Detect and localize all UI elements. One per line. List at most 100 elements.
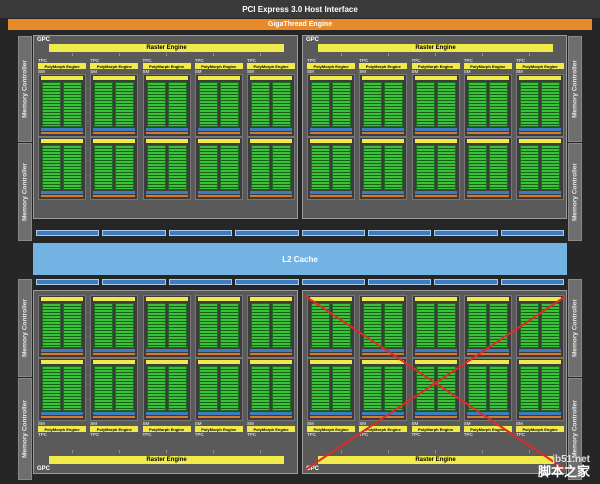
gpc-top-right: GPC Raster Engine ↕ ↕ ↕ ↕ ↕ TPC PolyMorph Engine… [302, 35, 567, 219]
sm-block [516, 358, 564, 421]
sm-block [411, 295, 460, 358]
gpc-label: GPC [306, 37, 320, 43]
sm-block [194, 295, 243, 358]
sm-block [247, 137, 295, 200]
sm-block [463, 74, 512, 137]
raster-engine: Raster Engine [318, 44, 553, 52]
sm-block [411, 137, 460, 200]
watermark-name: 脚本之家 [537, 464, 590, 479]
memory-controller-right-2: Memory Controller [568, 143, 582, 241]
sm-block [359, 358, 408, 421]
tpc-label: TPC [90, 432, 100, 437]
watermark: jb51.net 脚本之家 [538, 454, 590, 478]
l2-cache-bar: L2 Cache [33, 243, 567, 275]
tpc-label: TPC [194, 432, 204, 437]
tpc: SM PolyMorph Engine TPC [359, 295, 408, 437]
l2-bottom-crossbar [36, 279, 564, 285]
memory-controller-right-3: Memory Controller [568, 279, 582, 377]
sm-block [194, 358, 243, 421]
tpc-label: TPC [38, 432, 47, 437]
gpu-block-diagram: PCI Express 3.0 Host Interface GigaThrea… [0, 0, 600, 484]
sm-block [359, 137, 408, 200]
arrow-icon: ↕ [481, 449, 484, 455]
sm-block [194, 137, 243, 200]
host-interface-bar: PCI Express 3.0 Host Interface [0, 0, 600, 18]
tpc-label: TPC [247, 432, 256, 437]
tpc: TPC PolyMorph Engine SM [194, 58, 243, 200]
tpc-label: TPC [307, 432, 316, 437]
polymorph-engine: PolyMorph Engine [516, 63, 564, 69]
sm-block [307, 137, 355, 200]
gpc-bottom-right: GPC Raster Engine ↕ ↕ ↕ ↕ ↕ SM PolyMorph Engine T… [302, 290, 567, 474]
memory-controller-right-1: Memory Controller [568, 36, 582, 142]
arrow-icon: ↕ [71, 449, 74, 455]
gpc-bottom-left: GPC Raster Engine ↕ ↕ ↕ ↕ ↕ SM PolyMorph Engine T… [33, 290, 298, 474]
arrow-icon: ↕ [165, 449, 168, 455]
sm-block [359, 295, 408, 358]
tpc: TPC PolyMorph Engine SM [90, 58, 139, 200]
sm-block [142, 295, 191, 358]
gpc-label: GPC [37, 37, 51, 43]
raster-engine: Raster Engine [49, 44, 284, 52]
tpc-row: TPC PolyMorph Engine SM TPC PolyMorph Engine… [38, 58, 295, 200]
arrow-icon: ↕ [212, 449, 215, 455]
sm-block [516, 295, 564, 358]
sm-block [516, 74, 564, 137]
arrow-icon: ↕ [528, 449, 531, 455]
sm-block [142, 137, 191, 200]
tpc-label: TPC [359, 432, 369, 437]
gigathread-engine-bar: GigaThread Engine [8, 19, 592, 30]
polymorph-engine: PolyMorph Engine [307, 63, 355, 69]
polymorph-engine: PolyMorph Engine [142, 63, 191, 69]
sm-block [307, 295, 355, 358]
tpc: SM PolyMorph Engine TPC [307, 295, 355, 437]
memory-controller-left-4: Memory Controller [18, 378, 32, 480]
sm-block [90, 74, 139, 137]
sm-block [411, 74, 460, 137]
polymorph-engine: PolyMorph Engine [411, 63, 460, 69]
gpc-top-left: GPC Raster Engine ↕ ↕ ↕ ↕ ↕ TPC PolyMorph Engine… [33, 35, 298, 219]
arrow-icon: ↕ [434, 449, 437, 455]
polymorph-engine: PolyMorph Engine [247, 63, 295, 69]
tpc: SM PolyMorph Engine TPC [463, 295, 512, 437]
tpc: TPC PolyMorph Engine SM [359, 58, 408, 200]
gpc-label: GPC [37, 466, 51, 472]
sm-block [38, 137, 86, 200]
tpc: TPC PolyMorph Engine SM [411, 58, 460, 200]
arrow-icon: ↕ [340, 449, 343, 455]
sm-block [307, 358, 355, 421]
tpc: SM PolyMorph Engine TPC [411, 295, 460, 437]
sm-block [194, 74, 243, 137]
raster-engine: Raster Engine [318, 456, 553, 464]
tpc: TPC PolyMorph Engine SM [38, 58, 86, 200]
l2-top-crossbar [36, 230, 564, 236]
raster-engine: Raster Engine [49, 456, 284, 464]
tpc: SM PolyMorph Engine TPC [142, 295, 191, 437]
sm-block [90, 137, 139, 200]
tpc-row: TPC PolyMorph Engine SM TPC PolyMorph Engine… [307, 58, 564, 200]
tpc: SM PolyMorph Engine TPC [194, 295, 243, 437]
sm-block [463, 295, 512, 358]
polymorph-engine: PolyMorph Engine [90, 63, 139, 69]
sm-block [307, 74, 355, 137]
memory-controller-left-1: Memory Controller [18, 36, 32, 142]
tpc: TPC PolyMorph Engine SM [247, 58, 295, 200]
arrow-icon: ↕ [387, 449, 390, 455]
tpc-label: TPC [463, 432, 473, 437]
sm-block [463, 358, 512, 421]
tpc: TPC PolyMorph Engine SM [516, 58, 564, 200]
sm-block [90, 358, 139, 421]
tpc: SM PolyMorph Engine TPC [247, 295, 295, 437]
tpc: SM PolyMorph Engine TPC [90, 295, 139, 437]
sm-block [247, 74, 295, 137]
sm-block [247, 295, 295, 358]
arrow-icon: ↕ [259, 449, 262, 455]
polymorph-engine: PolyMorph Engine [38, 63, 86, 69]
gpc-label: GPC [306, 466, 320, 472]
tpc-label: TPC [516, 432, 525, 437]
sm-block [247, 358, 295, 421]
sm-block [38, 358, 86, 421]
sm-block [142, 74, 191, 137]
tpc-row: SM PolyMorph Engine TPC SM PolyMorph Engine T… [38, 295, 295, 437]
polymorph-engine: PolyMorph Engine [359, 63, 408, 69]
